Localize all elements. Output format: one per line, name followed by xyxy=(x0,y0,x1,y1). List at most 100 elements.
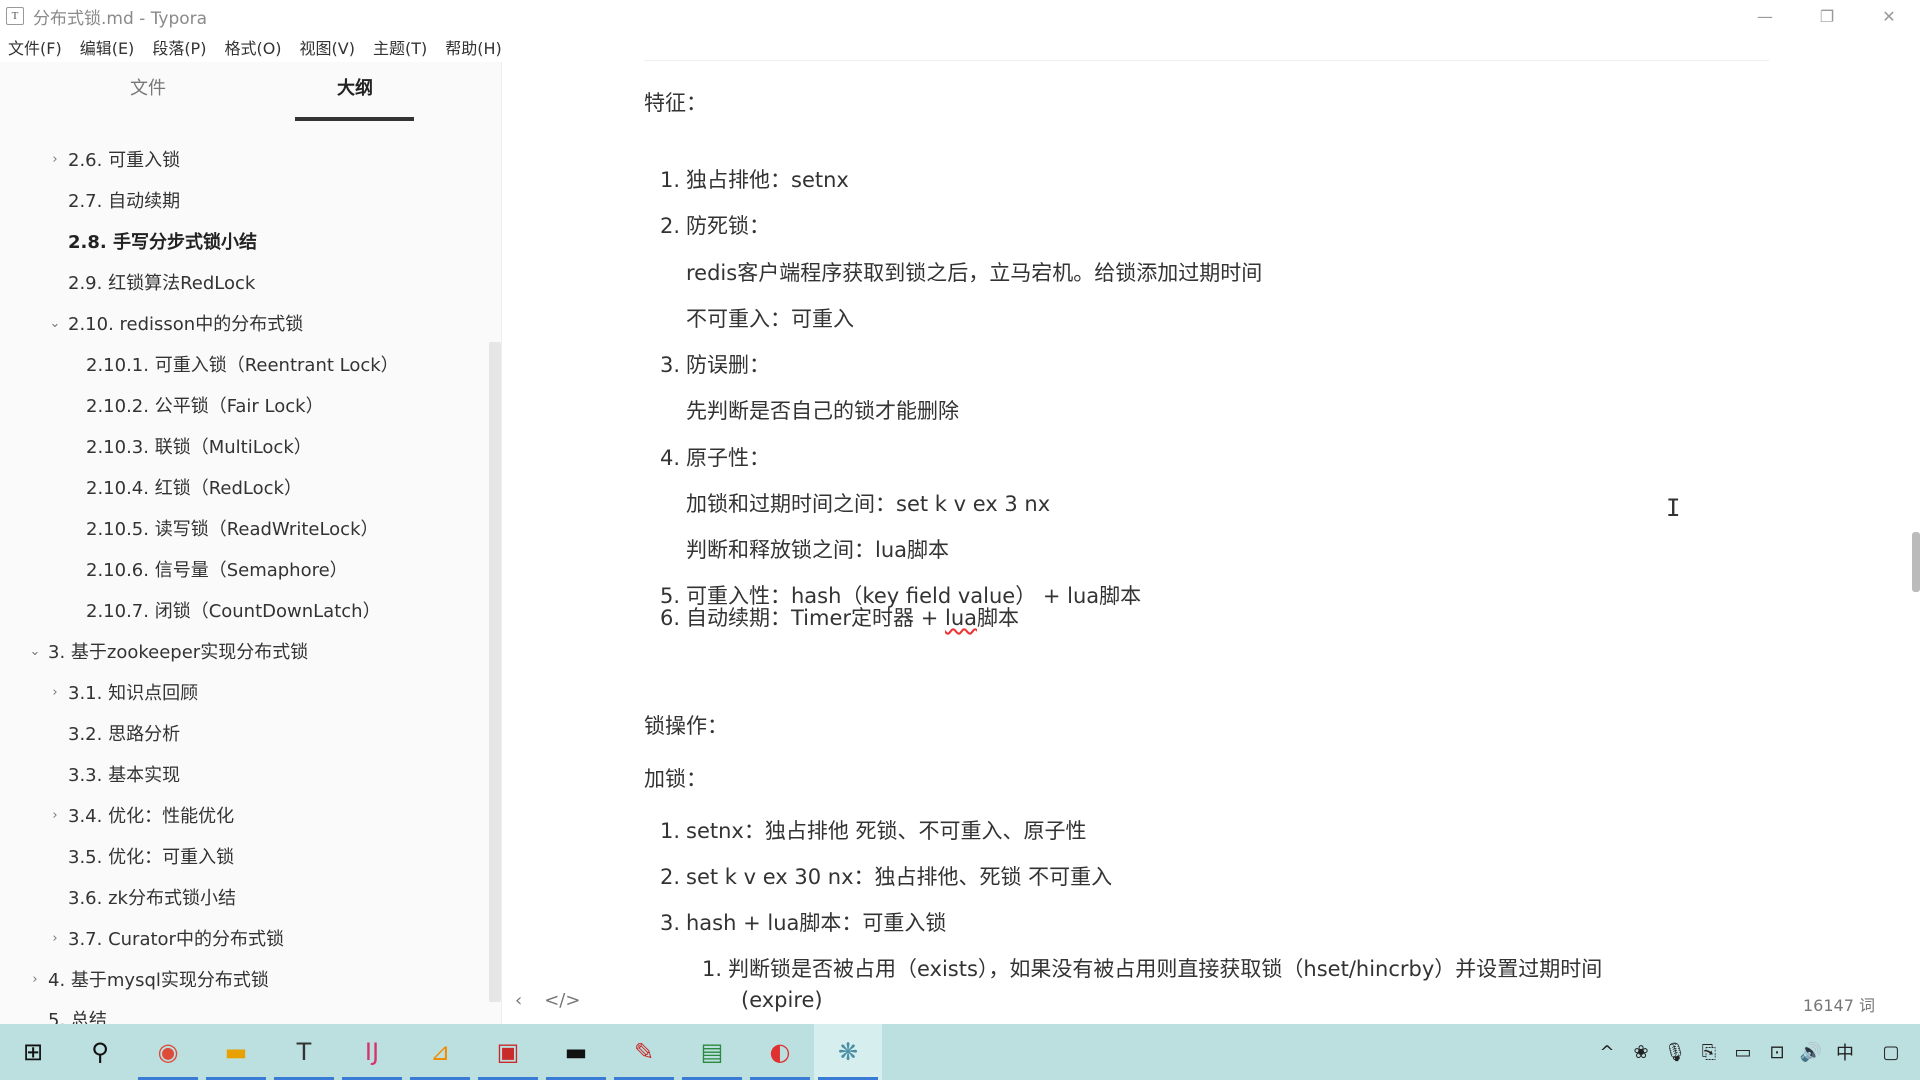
close-button[interactable]: ✕ xyxy=(1858,0,1920,32)
outline-item[interactable]: 3.6. zk分布式锁小结 xyxy=(48,882,236,912)
text-cursor: I xyxy=(1666,494,1681,522)
outline-item[interactable]: 2.7. 自动续期 xyxy=(48,185,180,215)
outline-item[interactable]: 3.2. 思路分析 xyxy=(48,718,180,748)
network-icon[interactable]: ⊡ xyxy=(1760,1024,1794,1080)
outline-item[interactable]: 2.10.1. 可重入锁（Reentrant Lock） xyxy=(66,349,399,379)
outline-item[interactable]: 2.10.5. 读写锁（ReadWriteLock） xyxy=(66,513,379,543)
chevron-icon[interactable]: ⌄ xyxy=(48,316,62,331)
file-explorer-icon[interactable]: ▬ xyxy=(202,1024,270,1080)
outline-item[interactable]: 3.3. 基本实现 xyxy=(48,759,180,789)
outline-item-label: 2.10.4. 红锁（RedLock） xyxy=(86,478,302,499)
outline-item[interactable]: › 3.7. Curator中的分布式锁 xyxy=(48,923,284,953)
list-text: setnx：独占排他 死锁、不可重入、原子性 xyxy=(686,819,1087,843)
taskbar: ⊞ ⚲ ◉ ▬ T IJ ⊿ ▣ ▬ ✎ ▤ ◐ ❋ ^ ❀ 🎙 ⎘ ▭ ⊡ 🔊 中 ▢ xyxy=(0,1024,1920,1080)
chevron-icon[interactable]: › xyxy=(28,972,42,987)
lock-ops-heading: 锁操作： xyxy=(644,714,728,738)
chevron-icon[interactable]: ⌄ xyxy=(28,644,42,659)
word-count[interactable]: 16147 词 xyxy=(1803,992,1875,1016)
microphone-icon[interactable]: 🎙 xyxy=(1658,1024,1692,1080)
typora-icon[interactable]: T xyxy=(270,1024,338,1080)
volume-icon[interactable]: 🔊 xyxy=(1794,1024,1828,1080)
editor-scrollbar-thumb[interactable] xyxy=(1912,532,1920,592)
toggle-sidebar-icon[interactable]: ‹ xyxy=(515,990,522,1011)
outline-item[interactable]: 2.10.6. 信号量（Semaphore） xyxy=(66,554,348,584)
sub-list-item: 1. 判断锁是否被占用（exists），如果没有被占用则直接获取锁（hset/hi… xyxy=(702,953,1602,983)
outline-item[interactable]: 2.10.3. 联锁（MultiLock） xyxy=(66,431,312,461)
outline-item[interactable]: 2.10.2. 公平锁（Fair Lock） xyxy=(66,390,324,420)
outline-item-label: 2.10.1. 可重入锁（Reentrant Lock） xyxy=(86,355,399,376)
list-text: 防死锁： xyxy=(686,214,770,238)
list-text: 独占排他：setnx xyxy=(686,168,849,192)
list-text: 先判断是否自己的锁才能删除 xyxy=(686,399,959,423)
outline-item-label: 4. 基于mysql实现分布式锁 xyxy=(48,970,269,991)
minimize-button[interactable]: — xyxy=(1734,0,1796,32)
sidebar: 文件 大纲 › 2.6. 可重入锁 2.7. 自动续期 2.8. 手写分步式锁小结 2.… xyxy=(0,62,502,1031)
menu-theme[interactable]: 主题(T) xyxy=(364,35,436,59)
battery-icon[interactable]: ▭ xyxy=(1726,1024,1760,1080)
lock-heading: 加锁： xyxy=(644,767,707,791)
app-icon[interactable]: ⊿ xyxy=(406,1024,474,1080)
outline-item[interactable]: ⌄ 2.10. redisson中的分布式锁 xyxy=(48,308,304,338)
notepad-icon[interactable]: ▤ xyxy=(678,1024,746,1080)
outline-item[interactable]: › 3.1. 知识点回顾 xyxy=(48,677,198,707)
spellcheck-word[interactable]: lua xyxy=(945,606,977,630)
list-text: hash + lua脚本：可重入锁 xyxy=(686,911,947,935)
menu-paragraph[interactable]: 段落(P) xyxy=(143,35,215,59)
outline-item-label: 2.8. 手写分步式锁小结 xyxy=(68,232,257,253)
outline-item[interactable]: 2.9. 红锁算法RedLock xyxy=(48,267,255,297)
outline-item[interactable]: 2.8. 手写分步式锁小结 xyxy=(48,226,257,256)
search-icon[interactable]: ⚲ xyxy=(66,1024,134,1080)
chevron-icon[interactable]: › xyxy=(48,931,62,946)
app-red-icon[interactable]: ▣ xyxy=(474,1024,542,1080)
outline-item-label: 2.6. 可重入锁 xyxy=(68,150,181,171)
display-icon[interactable]: ⎘ xyxy=(1692,1024,1726,1080)
windows-start-icon[interactable]: ⊞ xyxy=(0,1024,66,1080)
outline-item-label: 2.9. 红锁算法RedLock xyxy=(68,273,256,294)
outline-item[interactable]: 3.5. 优化：可重入锁 xyxy=(48,841,234,871)
restore-button[interactable]: ❐ xyxy=(1796,0,1858,32)
input-method-icon[interactable]: 中 xyxy=(1828,1024,1862,1080)
menu-edit[interactable]: 编辑(E) xyxy=(71,35,144,59)
menu-help[interactable]: 帮助(H) xyxy=(436,35,511,59)
pen-icon[interactable]: ✎ xyxy=(610,1024,678,1080)
notification-icon[interactable]: ▢ xyxy=(1862,1024,1920,1080)
outline-item-label: 2.10.5. 读写锁（ReadWriteLock） xyxy=(86,519,379,540)
tab-files[interactable]: 文件 xyxy=(88,62,208,124)
menu-view[interactable]: 视图(V) xyxy=(291,35,364,59)
terminal-icon[interactable]: ▬ xyxy=(542,1024,610,1080)
outline-item[interactable]: › 3.4. 优化：性能优化 xyxy=(48,800,234,830)
tray-app-icon[interactable]: ❀ xyxy=(1624,1024,1658,1080)
chevron-icon[interactable]: › xyxy=(48,152,62,167)
outline-item[interactable]: 2.10.7. 闭锁（CountDownLatch） xyxy=(66,595,381,625)
outline-item[interactable]: › 2.6. 可重入锁 xyxy=(48,144,180,174)
list-item-detail: redis客户端程序获取到锁之后，立马宕机。给锁添加过期时间 xyxy=(686,257,1262,287)
outline-item-label: 3.3. 基本实现 xyxy=(68,765,181,786)
editor[interactable]: 特征： 1. 独占排他：setnx 2. 防死锁： redis客户端程序获取到锁之后，立… xyxy=(503,32,1920,1024)
outline-item[interactable]: ⌄ 3. 基于zookeeper实现分布式锁 xyxy=(28,636,309,666)
feishu-icon[interactable]: ❋ xyxy=(814,1024,882,1080)
menu-file[interactable]: 文件(F) xyxy=(0,35,71,59)
show-hidden-icons[interactable]: ^ xyxy=(1590,1024,1624,1080)
tab-outline[interactable]: 大纲 xyxy=(295,62,415,124)
list-text: 加锁和过期时间之间：set k v ex 3 nx xyxy=(686,492,1051,516)
chevron-icon[interactable]: › xyxy=(48,685,62,700)
menu-format[interactable]: 格式(O) xyxy=(215,35,290,59)
status-bar-left: ‹ </> xyxy=(515,990,580,1011)
intellij-icon[interactable]: IJ xyxy=(338,1024,406,1080)
outline-item[interactable]: 2.10.4. 红锁（RedLock） xyxy=(66,472,302,502)
list-number: 6. xyxy=(660,606,681,630)
list-item: 6. 自动续期：Timer定时器 + lua脚本 xyxy=(660,602,1019,632)
chevron-icon[interactable]: › xyxy=(48,808,62,823)
list-text: 判断和释放锁之间：lua脚本 xyxy=(686,538,950,562)
list-number: 1. xyxy=(702,957,723,981)
chrome-icon[interactable]: ◉ xyxy=(134,1024,202,1080)
list-item-detail: 不可重入：可重入 xyxy=(686,303,854,333)
sidebar-scrollbar[interactable] xyxy=(489,342,501,1002)
redis-icon[interactable]: ◐ xyxy=(746,1024,814,1080)
list-item: 1. 独占排他：setnx xyxy=(660,164,849,194)
outline-item-label: 3. 基于zookeeper实现分布式锁 xyxy=(48,642,309,663)
source-code-mode-icon[interactable]: </> xyxy=(544,990,580,1011)
outline-item[interactable]: › 4. 基于mysql实现分布式锁 xyxy=(28,964,269,994)
list-text-suffix: 脚本 xyxy=(977,606,1019,630)
title-bar: T 分布式锁.md - Typora — ❐ ✕ xyxy=(0,0,1920,32)
